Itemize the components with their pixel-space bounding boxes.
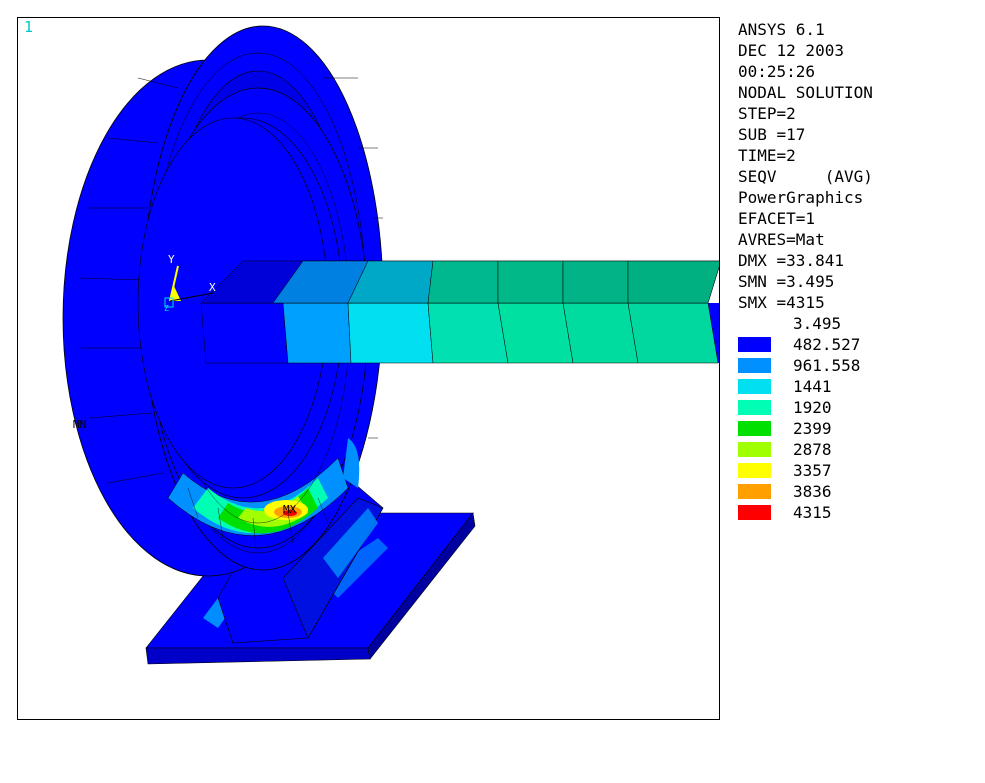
- info-line: NODAL SOLUTION: [738, 83, 873, 102]
- legend-value: 1441: [793, 377, 832, 396]
- info-line: SMN =3.495: [738, 272, 835, 291]
- info-line: SMX =4315: [738, 293, 825, 312]
- min-marker: MN: [73, 418, 86, 431]
- info-line: TIME=2: [738, 146, 796, 165]
- legend-swatch: [738, 421, 771, 436]
- legend-value: 961.558: [793, 356, 861, 375]
- info-line: SEQV (AVG): [738, 167, 873, 186]
- legend-swatch: [738, 442, 771, 457]
- legend-swatch: [738, 400, 771, 415]
- info-line: 00:25:26: [738, 62, 816, 81]
- legend-swatch: [738, 358, 771, 373]
- legend-swatch: [738, 505, 771, 520]
- info-line: STEP=2: [738, 104, 796, 123]
- legend-value: 3836: [793, 482, 832, 501]
- graphics-viewport[interactable]: 1 Y X Z MX MN: [17, 17, 720, 720]
- triad-z-label: Z: [164, 304, 169, 313]
- info-line: EFACET=1: [738, 209, 816, 228]
- legend-swatch: [738, 379, 771, 394]
- shaft-beam: [200, 260, 719, 364]
- info-line: ANSYS 6.1: [738, 20, 825, 39]
- fea-model-plot: Y X Z MX MN: [62, 25, 719, 665]
- info-line: SUB =17: [738, 125, 806, 144]
- legend-value: 3357: [793, 461, 832, 480]
- legend-swatch: [738, 463, 771, 478]
- legend-value: 4315: [793, 503, 832, 522]
- triad-x-label: X: [209, 281, 216, 294]
- info-line: DEC 12 2003: [738, 41, 844, 60]
- legend-value: 1920: [793, 398, 832, 417]
- legend-swatch: [738, 337, 771, 352]
- info-line: AVRES=Mat: [738, 230, 825, 249]
- triad-y-label: Y: [168, 253, 175, 266]
- legend-value: 2878: [793, 440, 832, 459]
- info-line: PowerGraphics: [738, 188, 864, 207]
- legend-value: 482.527: [793, 335, 861, 354]
- info-line: DMX =33.841: [738, 251, 844, 270]
- legend-value: 2399: [793, 419, 832, 438]
- legend-swatch: [738, 316, 771, 331]
- info-panel: ANSYS 6.1 DEC 12 2003 00:25:26 NODAL SOLUTI…: [738, 19, 873, 313]
- max-marker: MX: [283, 503, 297, 516]
- legend-swatch: [738, 484, 771, 499]
- legend-value: 3.495: [793, 314, 842, 333]
